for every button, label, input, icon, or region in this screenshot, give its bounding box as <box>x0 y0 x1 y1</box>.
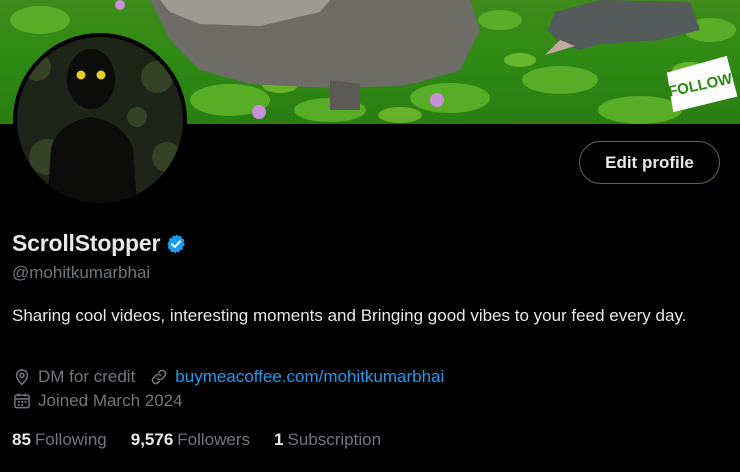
joined-text: Joined March 2024 <box>38 391 183 410</box>
subscription-stat[interactable]: 1 Subscription <box>274 430 381 450</box>
edit-profile-button[interactable]: Edit profile <box>579 141 720 184</box>
joined-row: Joined March 2024 <box>12 391 197 411</box>
followers-stat[interactable]: 9,576 Followers <box>131 430 250 450</box>
location-pin-icon <box>15 369 29 386</box>
handle: @mohitkumarbhai <box>12 263 151 282</box>
followers-count: 9,576 <box>130 430 174 449</box>
following-stat[interactable]: 85 Following <box>12 430 107 450</box>
verified-badge-icon[interactable] <box>165 233 187 255</box>
link-icon <box>152 369 167 385</box>
subscription-label: Subscription <box>287 430 382 449</box>
calendar-icon <box>14 393 30 409</box>
location-text: DM for credit <box>38 367 136 386</box>
joined-item: Joined March 2024 <box>12 391 183 411</box>
avatar-image <box>17 37 183 203</box>
following-count: 85 <box>12 430 31 449</box>
name-row: ScrollStopper <box>12 230 187 257</box>
avatar[interactable] <box>13 33 187 207</box>
website-item[interactable]: buymeacoffee.com/mohitkumarbhai <box>149 367 444 387</box>
website-link[interactable]: buymeacoffee.com/mohitkumarbhai <box>175 367 444 387</box>
location-item: DM for credit <box>12 367 135 387</box>
display-name: ScrollStopper <box>12 230 161 256</box>
following-label: Following <box>34 430 107 449</box>
profile-meta-row: DM for credit buymeacoffee.com/mohitkuma… <box>12 367 458 387</box>
followers-label: Followers <box>177 430 251 449</box>
subscription-count: 1 <box>274 430 284 449</box>
follow-stats: 85 Following 9,576 Followers 1 Subscript… <box>12 430 405 450</box>
bio: Sharing cool videos, interesting moments… <box>12 306 687 325</box>
